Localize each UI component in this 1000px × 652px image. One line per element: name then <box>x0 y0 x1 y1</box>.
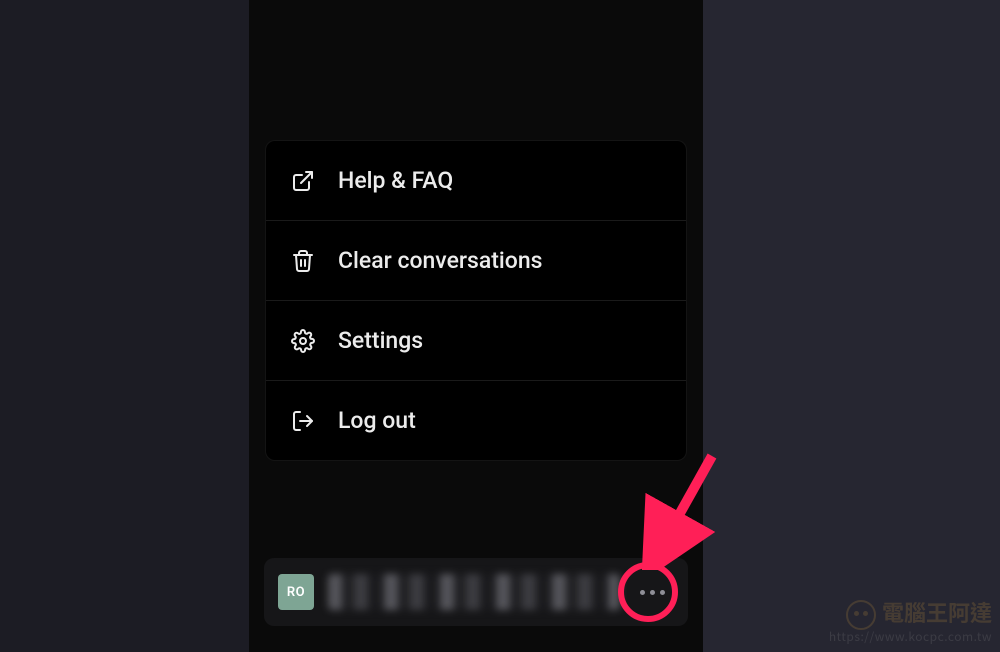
account-menu-popup: Help & FAQ Clear conversations Settings … <box>265 140 687 461</box>
menu-item-help-faq[interactable]: Help & FAQ <box>266 141 686 220</box>
profile-bar: RO <box>264 558 688 626</box>
right-panel <box>703 0 1000 652</box>
menu-item-label: Settings <box>338 327 423 354</box>
more-options-button[interactable] <box>634 574 670 610</box>
avatar: RO <box>278 574 314 610</box>
menu-item-clear-conversations[interactable]: Clear conversations <box>266 220 686 300</box>
menu-item-label: Clear conversations <box>338 247 542 274</box>
menu-item-label: Log out <box>338 407 416 434</box>
dots-icon <box>640 590 645 595</box>
trash-icon <box>290 248 316 274</box>
menu-item-label: Help & FAQ <box>338 167 453 194</box>
menu-item-settings[interactable]: Settings <box>266 300 686 380</box>
dots-icon <box>650 590 655 595</box>
gear-icon <box>290 328 316 354</box>
profile-email-obscured <box>328 574 620 610</box>
external-link-icon <box>290 168 316 194</box>
menu-item-log-out[interactable]: Log out <box>266 380 686 460</box>
logout-icon <box>290 408 316 434</box>
dots-icon <box>660 590 665 595</box>
